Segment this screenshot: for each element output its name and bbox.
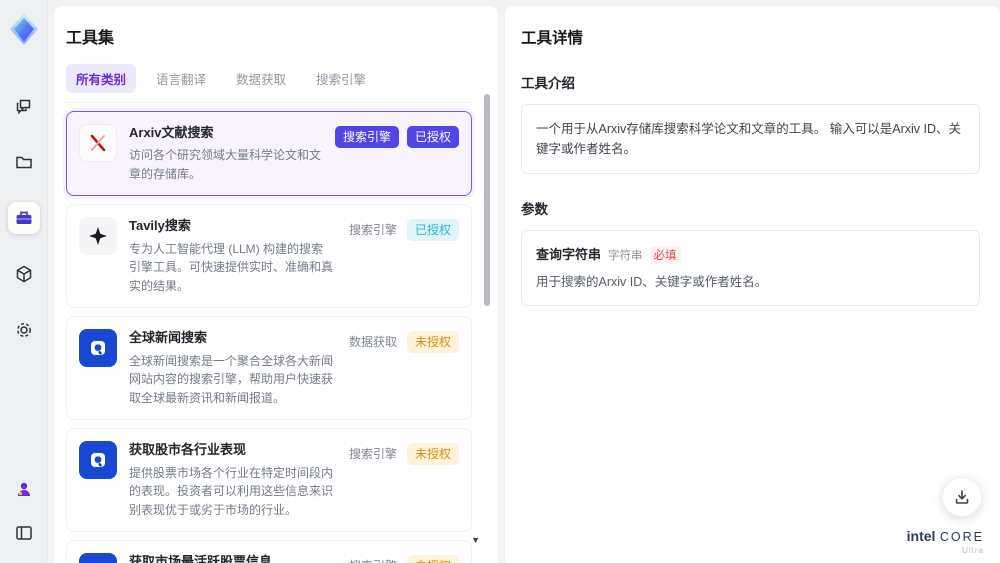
- param-head: 查询字符串 字符串 必填: [536, 244, 965, 264]
- auth-badge: 已授权: [406, 219, 459, 242]
- tool-description: 提供股票市场各个行业在特定时间段内的表现。投资者可以利用这些信息来识别表现优于或…: [129, 465, 334, 517]
- category-tabs: 所有类别 语言翻译 数据获取 搜索引擎: [66, 64, 472, 103]
- intel-core-logo: intel CORE Ultra: [907, 529, 984, 555]
- param-box: 查询字符串 字符串 必填 用于搜索的Arxiv ID、关键字或作者姓名。: [521, 230, 980, 306]
- tool-card[interactable]: Tavily搜索 专为人工智能代理 (LLM) 构建的搜索引擎工具。可快速提供实…: [66, 204, 472, 309]
- params-heading: 参数: [521, 202, 548, 217]
- app-logo-icon[interactable]: [8, 12, 40, 46]
- tool-detail-panel: 工具详情 工具介绍 一个用于从Arxiv存储库搜索科学论文和文章的工具。 输入可…: [504, 6, 1000, 563]
- chat-icon[interactable]: [8, 90, 40, 122]
- tab-data-fetching[interactable]: 数据获取: [226, 64, 296, 93]
- tool-description: 专为人工智能代理 (LLM) 构建的搜索引擎工具。可快速提供实时、准确和真实的结…: [129, 241, 334, 293]
- detail-title: 工具详情: [521, 30, 584, 47]
- category-badge: 数据获取: [348, 335, 397, 350]
- scrollbar-thumb[interactable]: [484, 94, 490, 306]
- user-avatar-icon[interactable]: [8, 473, 40, 505]
- search-app-icon: [79, 329, 117, 368]
- param-name: 查询字符串: [536, 247, 602, 262]
- search-app-icon: [79, 441, 117, 480]
- download-icon: [955, 490, 969, 504]
- tool-description: 全球新闻搜索是一个聚合全球各大新闻网站内容的搜索引擎，帮助用户快速获取全球最新资…: [129, 353, 334, 405]
- tool-badges: 搜索引擎 已授权: [347, 217, 459, 242]
- tool-name: Tavily搜索: [129, 218, 191, 234]
- intro-heading: 工具介绍: [521, 76, 575, 91]
- param-description: 用于搜索的Arxiv ID、关键字或作者姓名。: [536, 275, 768, 289]
- tool-name: 获取股市各行业表现: [129, 442, 247, 458]
- list-scrollbar[interactable]: [484, 90, 490, 550]
- star-icon: [79, 217, 117, 256]
- tool-card-text: Arxiv文献搜索 访问各个研究领域大量科学论文和文章的存储库。: [129, 124, 323, 183]
- tool-card[interactable]: Arxiv文献搜索 访问各个研究领域大量科学论文和文章的存储库。 搜索引擎 已授…: [66, 111, 472, 197]
- tool-card-list: Arxiv文献搜索 访问各个研究领域大量科学论文和文章的存储库。 搜索引擎 已授…: [66, 111, 472, 563]
- tool-card-text: 全球新闻搜索 全球新闻搜索是一个聚合全球各大新闻网站内容的搜索引擎，帮助用户快速…: [129, 329, 335, 407]
- category-badge: 搜索引擎: [348, 223, 397, 238]
- tool-badges: 数据获取 未授权: [347, 329, 459, 354]
- tool-name: 全球新闻搜索: [129, 330, 208, 346]
- tool-intro-box: 一个用于从Arxiv存储库搜索科学论文和文章的工具。 输入可以是Arxiv ID…: [521, 104, 980, 174]
- search-app-icon: [79, 553, 117, 563]
- category-badge: 搜索引擎: [347, 555, 399, 563]
- param-required-badge: 必填: [649, 246, 681, 264]
- scroll-down-icon[interactable]: ▼: [471, 535, 480, 545]
- tool-card-text: 获取市场最活跃股票信息 提供当天交易量最高的股票列表。投资者可以利用这些信息来识…: [129, 553, 335, 563]
- tool-card-text: 获取股市各行业表现 提供股票市场各个行业在特定时间段内的表现。投资者可以利用这些…: [129, 441, 335, 519]
- tool-intro-text: 一个用于从Arxiv存储库搜索科学论文和文章的工具。 输入可以是Arxiv ID…: [536, 122, 962, 156]
- tool-card[interactable]: 获取市场最活跃股票信息 提供当天交易量最高的股票列表。投资者可以利用这些信息来识…: [66, 540, 472, 563]
- tool-description: 访问各个研究领域大量科学论文和文章的存储库。: [129, 148, 322, 181]
- arxiv-icon: [79, 124, 117, 162]
- tool-card[interactable]: 获取股市各行业表现 提供股票市场各个行业在特定时间段内的表现。投资者可以利用这些…: [66, 428, 472, 533]
- category-badge: 搜索引擎: [348, 447, 397, 462]
- ultra-wordmark: Ultra: [962, 546, 984, 555]
- param-type: 字符串: [608, 250, 643, 262]
- tab-language-translation[interactable]: 语言翻译: [146, 64, 216, 93]
- tool-card[interactable]: 全球新闻搜索 全球新闻搜索是一个聚合全球各大新闻网站内容的搜索引擎，帮助用户快速…: [66, 316, 472, 421]
- gear-icon[interactable]: [8, 314, 40, 346]
- page-title: 工具集: [66, 30, 115, 47]
- tool-badges: 搜索引擎 已授权: [334, 124, 459, 148]
- auth-badge: 已授权: [406, 126, 459, 148]
- tab-all-categories[interactable]: 所有类别: [66, 64, 137, 93]
- tool-list-panel: 工具集 所有类别 语言翻译 数据获取 搜索引擎 Arxiv文献搜索 访问各个研究…: [54, 6, 498, 563]
- download-button[interactable]: [942, 477, 982, 517]
- tool-card-text: Tavily搜索 专为人工智能代理 (LLM) 构建的搜索引擎工具。可快速提供实…: [129, 217, 335, 295]
- package-icon[interactable]: [8, 258, 40, 290]
- rail-bottom: [8, 473, 40, 549]
- tab-search-engine[interactable]: 搜索引擎: [306, 64, 376, 93]
- panel-toggle-icon[interactable]: [8, 517, 40, 549]
- core-wordmark: CORE: [939, 530, 984, 544]
- auth-badge: 未授权: [406, 443, 459, 466]
- tool-name: 获取市场最活跃股票信息: [129, 554, 273, 563]
- auth-badge: 未授权: [406, 331, 459, 354]
- tool-name: Arxiv文献搜索: [129, 125, 214, 140]
- tool-badges: 搜索引擎 未授权: [347, 553, 459, 563]
- tool-badges: 搜索引擎 未授权: [347, 441, 459, 466]
- toolbox-icon[interactable]: [7, 202, 40, 234]
- left-rail: [0, 0, 48, 563]
- folder-icon[interactable]: [8, 146, 40, 178]
- auth-badge: 未授权: [406, 555, 459, 563]
- intel-wordmark: intel: [906, 528, 936, 544]
- category-badge: 搜索引擎: [334, 126, 399, 148]
- rail-nav: [7, 90, 40, 346]
